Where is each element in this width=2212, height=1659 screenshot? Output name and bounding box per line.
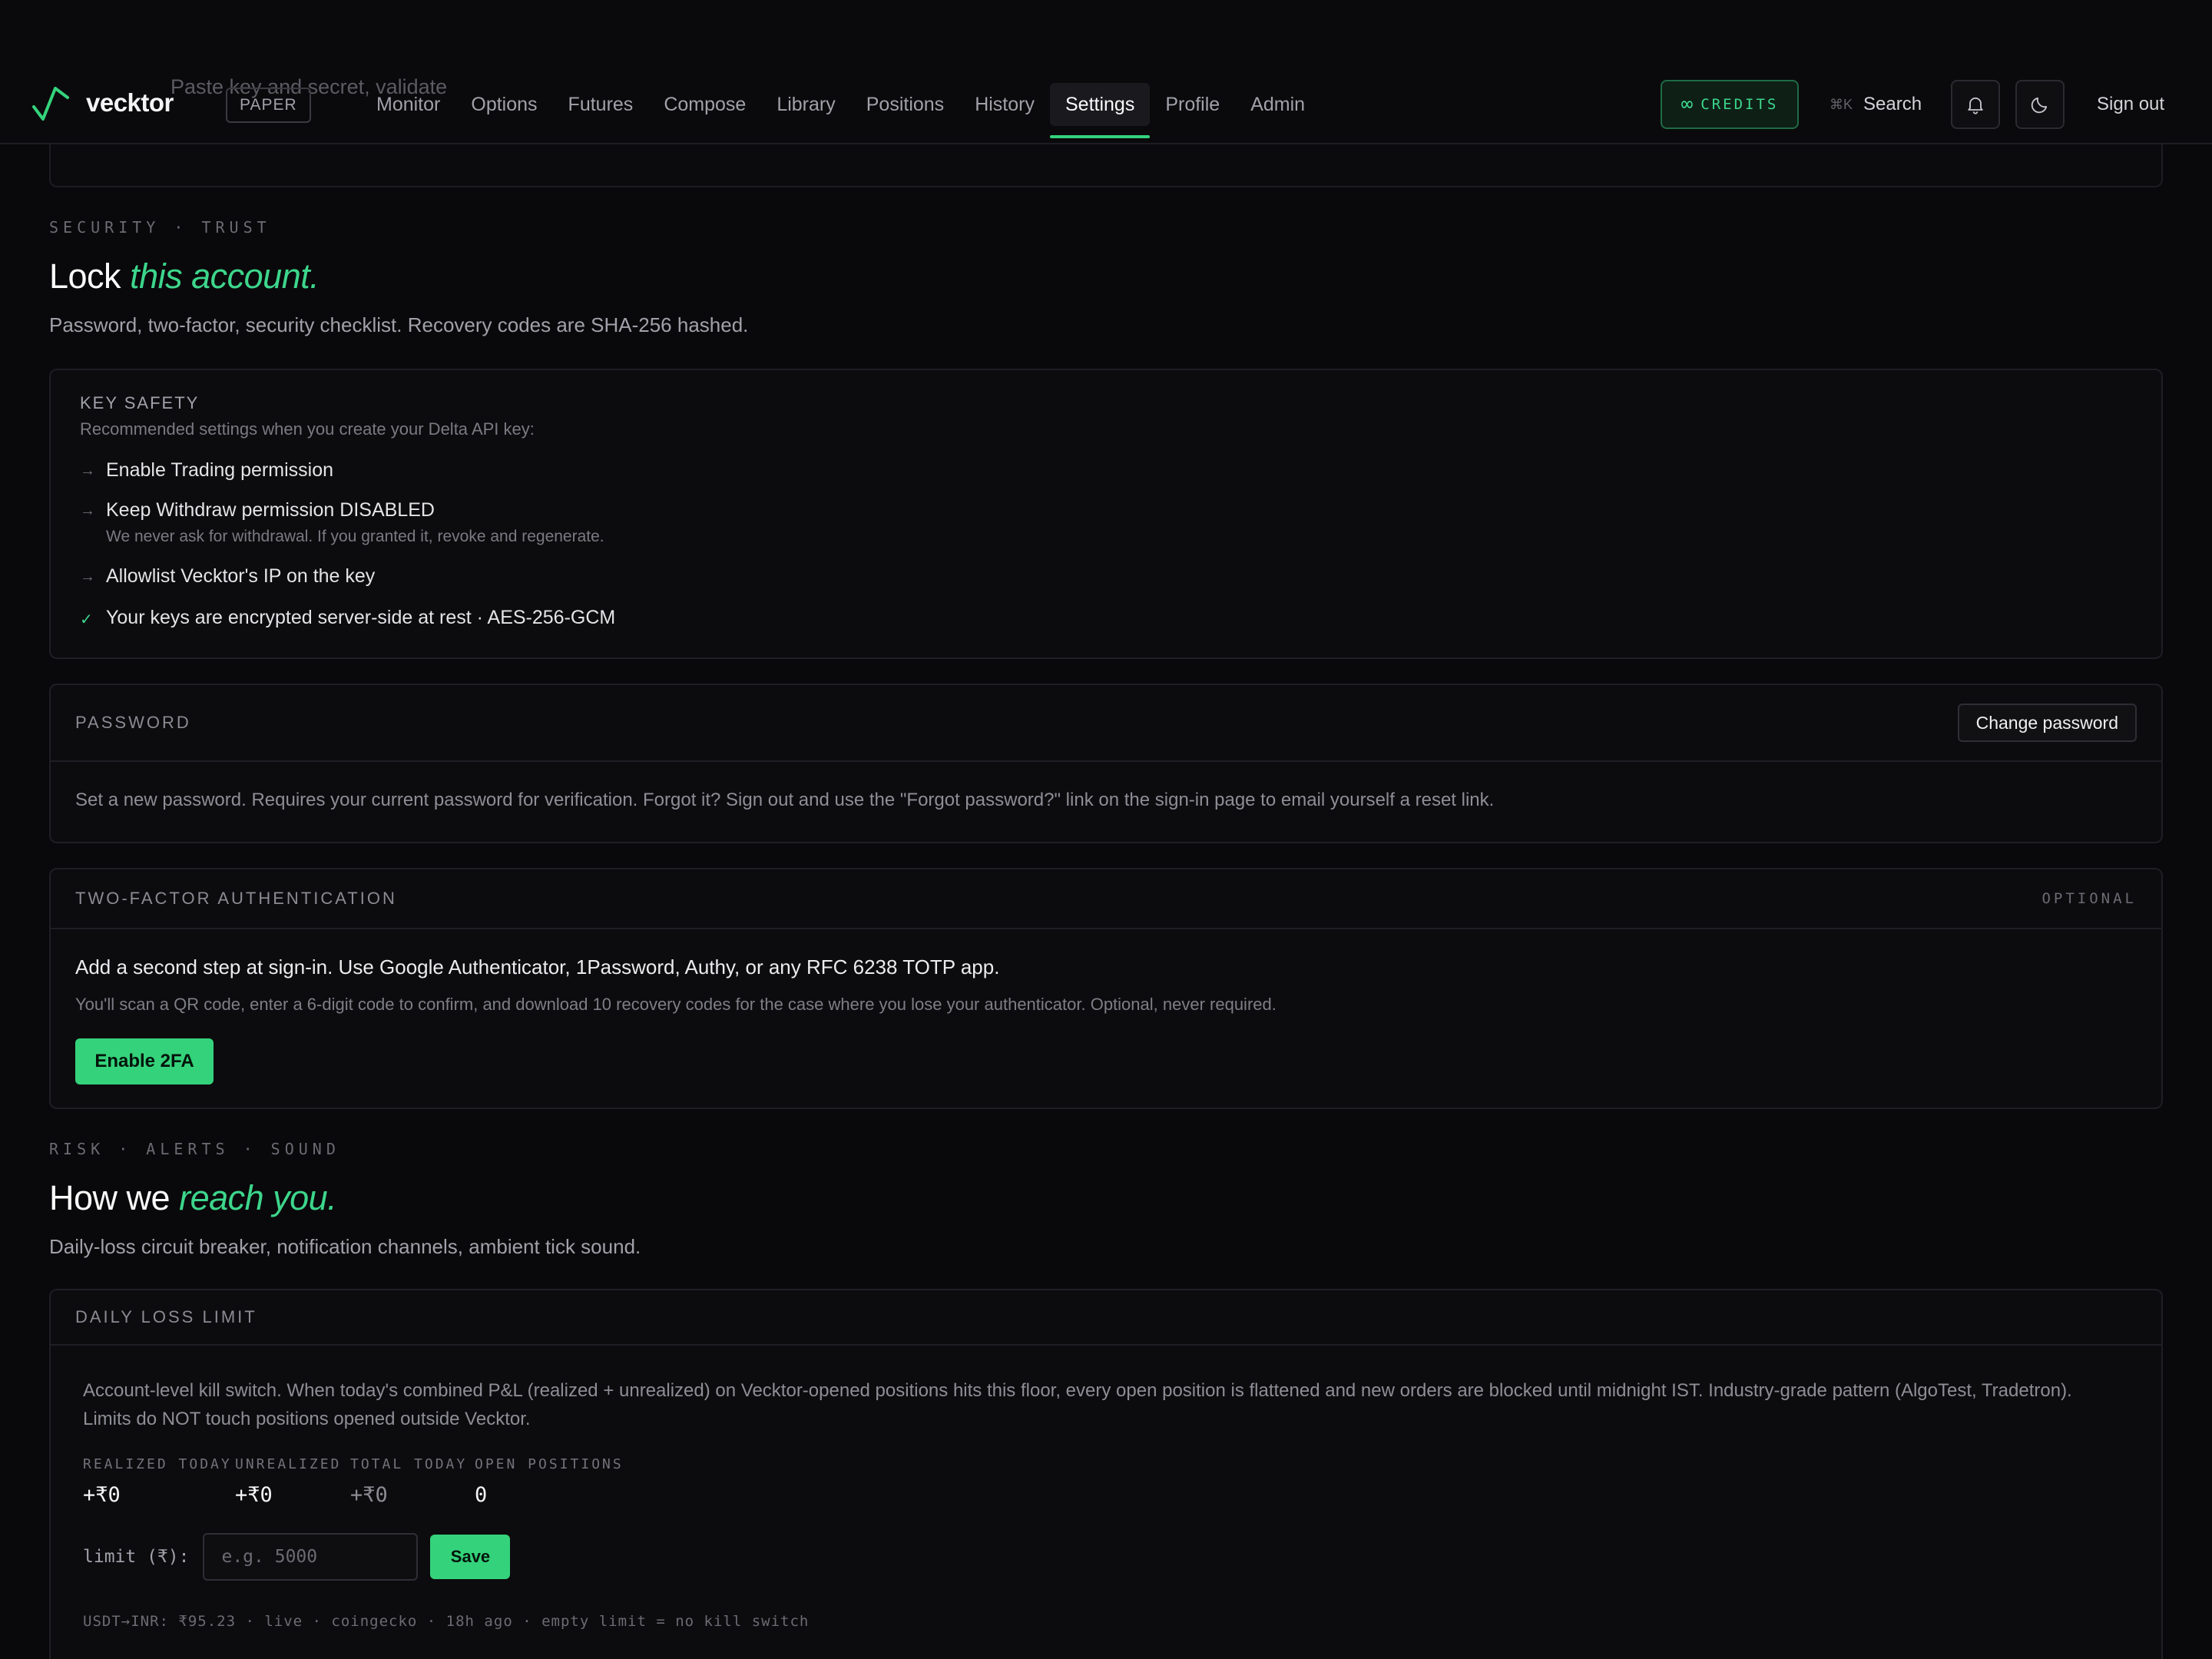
stat-value: 0 (475, 1483, 488, 1507)
stat-value: +₹0 (350, 1483, 388, 1507)
notifications-button[interactable] (1951, 80, 2000, 129)
stat-label: TOTAL TODAY (350, 1456, 468, 1472)
fx-footnote: USDT→INR: ₹95.23 · live · coingecko · 18… (83, 1613, 810, 1630)
arrow-right-icon: → (80, 462, 95, 479)
change-password-button[interactable]: Change password (1957, 704, 2137, 742)
stat-label: REALIZED TODAY (83, 1456, 232, 1472)
key-safety-item: → Allowlist Vecktor's IP on the key (80, 565, 375, 588)
paper-mode-badge: PAPER (226, 88, 311, 123)
enable-2fa-button[interactable]: Enable 2FA (75, 1038, 214, 1084)
arrow-right-icon: → (80, 502, 95, 519)
bell-icon (1968, 97, 1983, 114)
key-safety-item: ✓ Your keys are encrypted server-side at… (80, 607, 615, 629)
key-safety-title: KEY SAFETY (80, 393, 200, 412)
risk-subtitle: Daily-loss circuit breaker, notification… (49, 1235, 641, 1258)
main-nav: Monitor Options Futures Compose Library … (361, 83, 1320, 138)
daily-loss-card-label: DAILY LOSS LIMIT (75, 1307, 257, 1326)
security-title-plain: Lock (49, 257, 121, 296)
stat-realized-today: REALIZED TODAY +₹0 (83, 1456, 232, 1507)
nav-history[interactable]: History (959, 83, 1050, 126)
risk-title: How we reach you. (49, 1178, 337, 1218)
brand-name: vecktor (86, 88, 174, 117)
nav-monitor[interactable]: Monitor (361, 83, 455, 126)
key-safety-item-text: Enable Trading permission (106, 459, 333, 481)
daily-loss-description-line: Limits do NOT touch positions opened out… (83, 1409, 531, 1429)
stat-value: +₹0 (235, 1483, 273, 1507)
two-factor-card: TWO-FACTOR AUTHENTICATION OPTIONAL Add a… (49, 868, 2163, 1109)
key-safety-item: → Enable Trading permission (80, 459, 333, 482)
nav-library[interactable]: Library (761, 83, 850, 126)
daily-loss-card: DAILY LOSS LIMIT Account-level kill swit… (49, 1289, 2163, 1659)
two-factor-body: You'll scan a QR code, enter a 6-digit c… (75, 995, 1277, 1014)
two-factor-card-label: TWO-FACTOR AUTHENTICATION (75, 889, 397, 908)
arrow-right-icon: → (80, 568, 95, 585)
key-safety-subtitle: Recommended settings when you create you… (80, 419, 535, 439)
check-icon: ✓ (80, 611, 93, 628)
stat-open-positions: OPEN POSITIONS 0 (475, 1456, 624, 1507)
stat-total-today: TOTAL TODAY +₹0 (350, 1456, 467, 1507)
key-safety-item-text: Allowlist Vecktor's IP on the key (106, 565, 376, 587)
optional-badge: OPTIONAL (2041, 890, 2137, 907)
vecktor-logo-icon (32, 87, 69, 121)
key-safety-item-text: Your keys are encrypted server-side at r… (106, 607, 616, 628)
risk-eyebrow: RISK · ALERTS · SOUND (49, 1140, 340, 1158)
risk-title-plain: How we (49, 1178, 171, 1217)
daily-loss-card-header: DAILY LOSS LIMIT (51, 1290, 2161, 1346)
security-title: Lock this account. (49, 257, 320, 296)
two-factor-card-header: TWO-FACTOR AUTHENTICATION OPTIONAL (51, 869, 2161, 929)
limit-row: limit (₹): e.g. 5000 Save (83, 1533, 511, 1581)
moon-icon (2031, 97, 2048, 114)
limit-label: limit (₹): (83, 1547, 190, 1567)
limit-input[interactable]: e.g. 5000 (203, 1533, 419, 1581)
brand-logo[interactable]: vecktor (32, 83, 174, 123)
stat-value: +₹0 (83, 1483, 121, 1507)
risk-title-accent: reach you. (179, 1178, 337, 1217)
search-label: Search (1863, 94, 1922, 114)
daily-loss-description-line: Account-level kill switch. When today's … (83, 1380, 2072, 1401)
password-card-body: Set a new password. Requires your curren… (75, 790, 1495, 810)
stat-label: OPEN POSITIONS (475, 1456, 624, 1472)
password-card-label: PASSWORD (75, 713, 191, 732)
two-factor-headline: Add a second step at sign-in. Use Google… (75, 955, 1000, 979)
key-safety-item-text: Keep Withdraw permission DISABLED (106, 499, 435, 521)
key-safety-card: KEY SAFETY Recommended settings when you… (49, 369, 2163, 659)
password-card-header: PASSWORD Change password (51, 685, 2161, 762)
search-button[interactable]: ⌘K Search (1830, 86, 1922, 123)
infinity-icon: ∞ (1681, 93, 1694, 116)
stat-label: UNREALIZED (235, 1456, 342, 1472)
sign-out-link[interactable]: Sign out (2097, 86, 2164, 123)
security-eyebrow: SECURITY · TRUST (49, 218, 271, 237)
nav-futures[interactable]: Futures (553, 83, 649, 126)
key-safety-item: → Keep Withdraw permission DISABLED We n… (80, 499, 604, 546)
nav-options[interactable]: Options (455, 83, 552, 126)
key-safety-item-note: We never ask for withdrawal. If you gran… (106, 528, 604, 545)
nav-settings[interactable]: Settings (1049, 83, 1151, 138)
nav-profile[interactable]: Profile (1150, 83, 1235, 126)
theme-toggle-button[interactable] (2015, 80, 2065, 129)
stat-unrealized: UNREALIZED +₹0 (235, 1456, 341, 1507)
credits-label: CREDITS (1700, 96, 1779, 113)
top-nav-bar: Paste key and secret, validate vecktor P… (0, 0, 2212, 144)
nav-compose[interactable]: Compose (648, 83, 761, 126)
daily-loss-description: Account-level kill switch. When today's … (83, 1376, 2141, 1433)
security-subtitle: Password, two-factor, security checklist… (49, 313, 749, 336)
password-card: PASSWORD Change password Set a new passw… (49, 684, 2163, 843)
credits-button[interactable]: ∞ CREDITS (1661, 80, 1799, 129)
security-title-accent: this account. (130, 257, 320, 296)
save-limit-button[interactable]: Save (430, 1535, 511, 1579)
nav-admin[interactable]: Admin (1235, 83, 1320, 126)
nav-positions[interactable]: Positions (851, 83, 959, 126)
search-shortcut-hint: ⌘K (1830, 96, 1853, 112)
